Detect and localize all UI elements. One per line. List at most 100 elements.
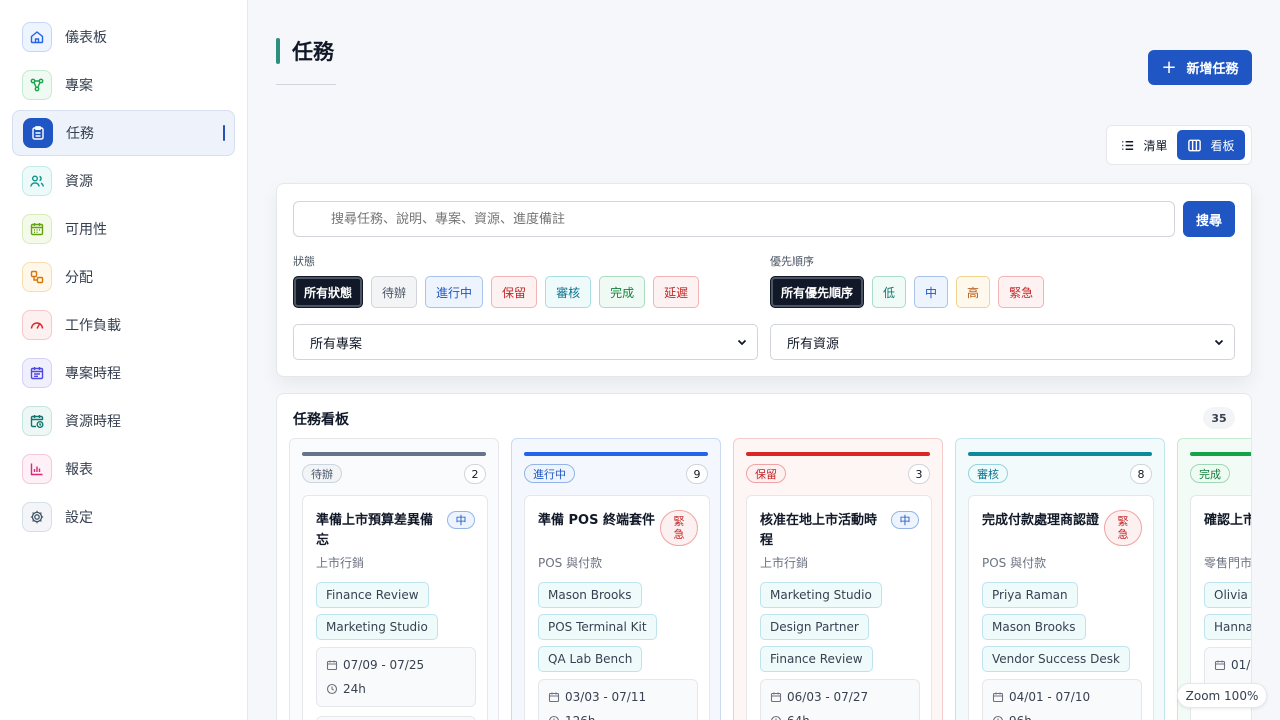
sidebar-item-projects[interactable]: 專案 <box>12 62 235 108</box>
gear-icon <box>22 502 52 532</box>
sidebar-item-resources[interactable]: 資源 <box>12 158 235 204</box>
column-status-bar <box>1190 452 1251 456</box>
priority-chip-group: 所有優先順序 低 中 高 緊急 <box>770 276 1045 308</box>
task-title: 核准在地上市活動時程 <box>760 513 878 548</box>
search-input[interactable] <box>293 201 1175 237</box>
sidebar-item-resource-timeline[interactable]: 資源時程 <box>12 398 235 444</box>
task-card[interactable]: 完成付款處理商認證 緊急 POS 與付款 Priya Raman Mason B… <box>968 495 1154 720</box>
task-dates: 01/0 <box>1214 658 1251 672</box>
bar-chart-icon <box>22 454 52 484</box>
column-on-hold: 保留 3 核准在地上市活動時程 中 上市行銷 Marketing Studio … <box>733 438 943 720</box>
title-divider <box>276 84 336 85</box>
list-view-button[interactable]: 清單 <box>1111 130 1177 160</box>
calendar-icon <box>326 660 338 671</box>
priority-badge: 中 <box>447 511 475 529</box>
calendar-icon <box>1214 660 1226 671</box>
sidebar-item-label: 可用性 <box>65 222 107 238</box>
task-dates: 04/01 - 07/10 <box>992 690 1090 704</box>
resource-tag: Vendor Success Desk <box>982 646 1130 672</box>
priority-chip-all[interactable]: 所有優先順序 <box>770 276 865 308</box>
gauge-icon <box>22 310 52 340</box>
resource-tag: Hannah <box>1204 614 1251 640</box>
task-hours: 24h <box>326 682 366 696</box>
resource-tag: Finance Review <box>760 646 873 672</box>
search-button[interactable]: 搜尋 <box>1183 201 1235 237</box>
task-project: 上市行銷 <box>760 556 809 570</box>
clipboard-icon <box>23 118 53 148</box>
resource-tag: Marketing Studio <box>760 582 882 608</box>
priority-chip-medium[interactable]: 中 <box>914 276 949 308</box>
status-chip-in-progress[interactable]: 進行中 <box>425 276 484 308</box>
sidebar-item-dashboard[interactable]: 儀表板 <box>12 14 235 60</box>
project-select[interactable]: 所有專案 <box>293 324 758 360</box>
sidebar-item-project-timeline[interactable]: 專案時程 <box>12 350 235 396</box>
column-status-tag: 審核 <box>968 464 1008 483</box>
sidebar-item-availability[interactable]: 可用性 <box>12 206 235 252</box>
task-title: 完成付款處理商認證 <box>982 513 1100 528</box>
resource-tag: Mason Brooks <box>982 614 1086 640</box>
project-nodes-icon <box>22 70 52 100</box>
column-status-bar <box>968 452 1152 456</box>
clock-icon <box>771 715 781 720</box>
task-card[interactable]: 準備 POS 終端套件 緊急 POS 與付款 Mason Brooks POS … <box>524 495 710 720</box>
status-chip-all[interactable]: 所有狀態 <box>293 276 364 308</box>
list-view-label: 清單 <box>1143 138 1168 153</box>
priority-chip-urgent[interactable]: 緊急 <box>998 276 1045 308</box>
task-card[interactable]: 準備上市預算差異備忘 中 上市行銷 Finance Review Marketi… <box>302 495 488 720</box>
sidebar-item-label: 資源 <box>65 174 93 190</box>
status-chip-delayed[interactable]: 延遲 <box>653 276 700 308</box>
sidebar-item-tasks[interactable]: 任務 <box>12 110 235 156</box>
calendar-clock-icon <box>22 406 52 436</box>
users-icon <box>22 166 52 196</box>
resource-tag: Design Partner <box>760 614 869 640</box>
priority-filter-label: 優先順序 <box>770 255 814 268</box>
sidebar-item-reports[interactable]: 報表 <box>12 446 235 492</box>
column-count: 3 <box>908 464 930 484</box>
task-title: 準備 POS 終端套件 <box>538 513 655 528</box>
column-status-bar <box>302 452 486 456</box>
task-project: 上市行銷 <box>316 556 365 570</box>
task-date-range: 03/03 - 07/11 <box>565 690 647 704</box>
board-total-count: 35 <box>1203 407 1235 429</box>
status-chip-done[interactable]: 完成 <box>599 276 646 308</box>
task-hours-value: 96h <box>1009 714 1032 720</box>
sidebar: 儀表板 專案 任務 資源 可用性 分配 工作負載 專案時程 資源時程 報表 設定 <box>0 0 248 720</box>
calendar-timeline-icon <box>22 358 52 388</box>
status-chip-review[interactable]: 審核 <box>545 276 592 308</box>
status-chip-on-hold[interactable]: 保留 <box>491 276 538 308</box>
clock-icon <box>993 715 1003 720</box>
list-icon <box>1122 140 1134 150</box>
priority-chip-high[interactable]: 高 <box>956 276 991 308</box>
board-view-button[interactable]: 看板 <box>1177 130 1245 160</box>
task-hours: 126h <box>548 714 596 720</box>
resource-tag: Marketing Studio <box>316 614 438 640</box>
task-project: 零售門市 <box>1204 556 1252 570</box>
zoom-indicator[interactable]: Zoom 100% <box>1177 683 1267 708</box>
sidebar-item-workload[interactable]: 工作負載 <box>12 302 235 348</box>
task-dates: 06/03 - 07/27 <box>770 690 868 704</box>
task-meta: 03/03 - 07/11 126h <box>538 679 698 720</box>
sidebar-item-label: 分配 <box>65 270 93 286</box>
column-count: 2 <box>464 464 486 484</box>
task-hours: 64h <box>770 714 810 720</box>
priority-chip-low[interactable]: 低 <box>872 276 907 308</box>
add-task-button[interactable]: + 新增任務 <box>1148 50 1252 85</box>
resource-select[interactable]: 所有資源 <box>770 324 1235 360</box>
task-title: 準備上市預算差異備忘 <box>316 513 434 548</box>
status-chip-todo[interactable]: 待辦 <box>371 276 418 308</box>
assign-icon <box>22 262 52 292</box>
page-title: 任務 <box>292 40 334 64</box>
task-card[interactable]: 核准在地上市活動時程 中 上市行銷 Marketing Studio Desig… <box>746 495 932 720</box>
sidebar-item-settings[interactable]: 設定 <box>12 494 235 540</box>
resource-tag: Mason Brooks <box>538 582 642 608</box>
column-status-tag: 保留 <box>746 464 786 483</box>
column-review: 審核 8 完成付款處理商認證 緊急 POS 與付款 Priya Raman Ma… <box>955 438 1165 720</box>
sidebar-item-label: 資源時程 <box>65 414 121 430</box>
sidebar-item-allocation[interactable]: 分配 <box>12 254 235 300</box>
resource-tag: Olivia <box>1204 582 1251 608</box>
sidebar-item-label: 專案 <box>65 78 93 94</box>
task-meta: 07/09 - 07/25 24h <box>316 647 476 707</box>
column-status-tag: 完成 <box>1190 464 1230 483</box>
sidebar-item-label: 設定 <box>65 510 93 526</box>
resource-tag: POS Terminal Kit <box>538 614 657 640</box>
